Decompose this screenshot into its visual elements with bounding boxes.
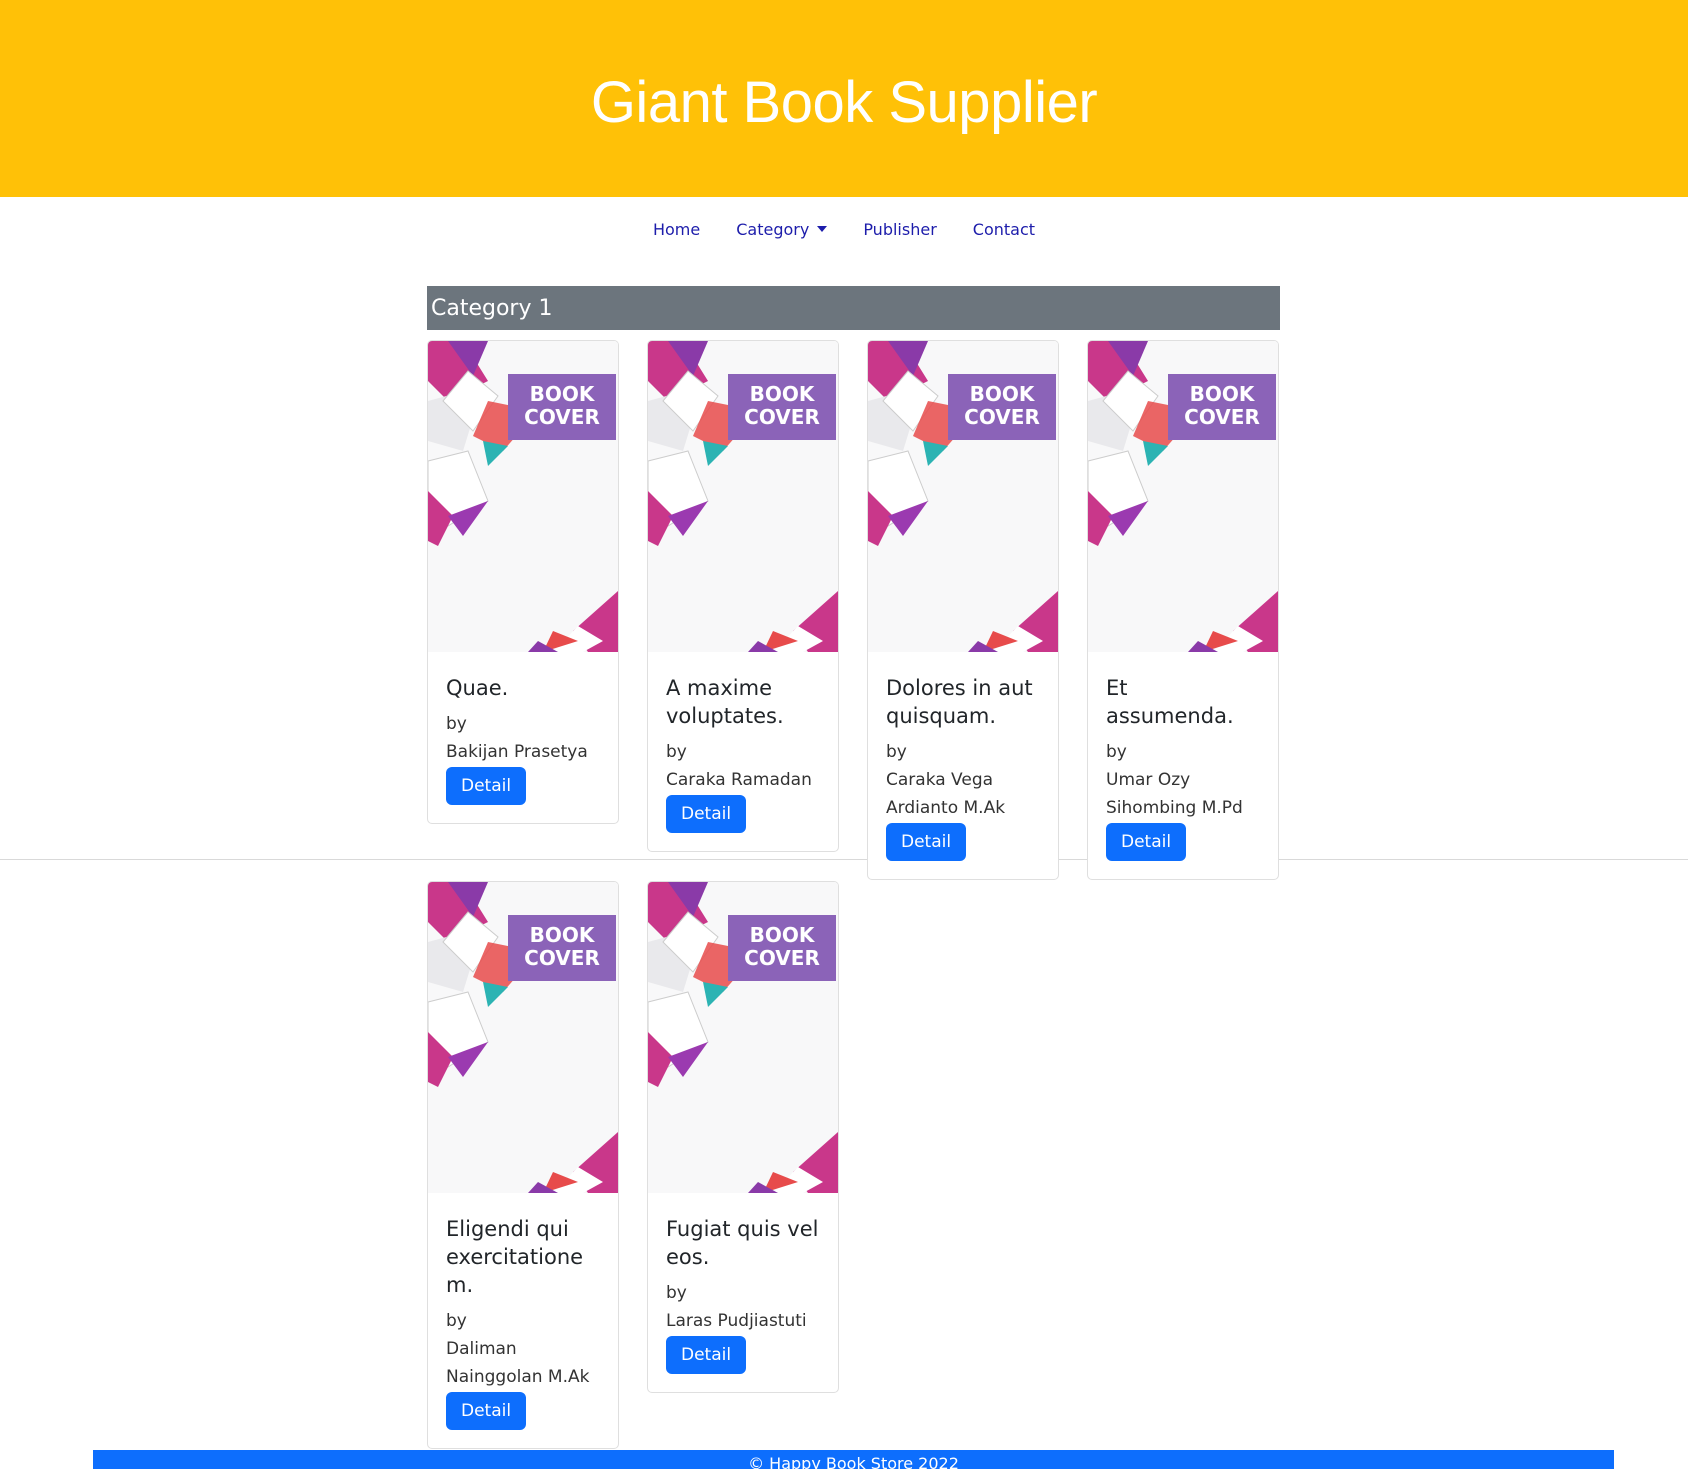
site-header: Giant Book Supplier [0,0,1688,197]
cover-text-line2: COVER [524,405,600,429]
book-title: Dolores in aut quisquam. [886,676,1033,728]
cover-text-line2: COVER [964,405,1040,429]
cover-text-line2: COVER [744,946,820,970]
book-card: BOOK COVER Dolores in aut quisquam. by C… [867,340,1059,880]
book-by-label: by [666,742,687,762]
detail-button[interactable]: Detail [446,767,527,805]
nav-category-label: Category [736,219,810,239]
detail-button[interactable]: Detail [666,795,747,833]
book-card: BOOK COVER Quae. by Bakijan Prasetya Det… [427,340,619,824]
book-cover-image: BOOK COVER [428,341,618,652]
book-card: BOOK COVER Et assumenda. by Umar Ozy Sih… [1087,340,1279,880]
book-author: Laras Pudjiastuti [666,1311,807,1331]
cover-text-line1: BOOK [750,382,816,406]
site-title: Giant Book Supplier [590,70,1098,135]
footer-text: © Happy Book Store 2022 [748,1454,959,1469]
nav-contact[interactable]: Contact [955,220,1053,239]
book-by-label: by [446,1311,467,1331]
book-card: BOOK COVER Eligendi qui exercitationem. … [427,881,619,1449]
detail-button[interactable]: Detail [1106,823,1187,861]
book-author: Bakijan Prasetya [446,742,588,762]
detail-button[interactable]: Detail [666,1336,747,1374]
cover-text-line1: BOOK [750,923,816,947]
book-author: Umar Ozy Sihombing M.Pd [1106,770,1243,818]
cover-text-line1: BOOK [970,382,1036,406]
book-cover-image: BOOK COVER [1088,341,1278,652]
book-by-label: by [886,742,907,762]
row-divider [0,859,1688,860]
book-cover-image: BOOK COVER [648,341,838,652]
book-author: Daliman Nainggolan M.Ak [446,1339,590,1387]
book-title: Eligendi qui exercitationem. [446,1217,584,1297]
category-title: Category 1 [431,295,553,321]
book-cover-image: BOOK COVER [428,882,618,1193]
nav-home[interactable]: Home [635,220,718,239]
book-by-label: by [1106,742,1127,762]
cover-text-line2: COVER [1184,405,1260,429]
nav-publisher[interactable]: Publisher [845,220,954,239]
nav-category-dropdown[interactable]: Category [718,220,845,239]
detail-button[interactable]: Detail [446,1392,527,1430]
site-footer: © Happy Book Store 2022 [93,1450,1614,1469]
book-by-label: by [446,714,467,734]
book-title: Fugiat quis vel eos. [666,1217,819,1269]
main-nav: Home Category Publisher Contact [0,197,1688,261]
book-title: A maxime voluptates. [666,676,784,728]
cover-text-line2: COVER [524,946,600,970]
book-card: BOOK COVER A maxime voluptates. by Carak… [647,340,839,852]
book-card: BOOK COVER Fugiat quis vel eos. by Laras… [647,881,839,1393]
book-title: Et assumenda. [1106,676,1234,728]
cover-text-line2: COVER [744,405,820,429]
cover-text-line1: BOOK [1190,382,1256,406]
book-cover-image: BOOK COVER [648,882,838,1193]
book-cover-image: BOOK COVER [868,341,1058,652]
cover-text-line1: BOOK [530,382,596,406]
book-by-label: by [666,1283,687,1303]
book-author: Caraka Ramadan [666,770,812,790]
book-title: Quae. [446,676,509,700]
caret-down-icon [817,226,828,232]
cover-text-line1: BOOK [530,923,596,947]
book-author: Caraka Vega Ardianto M.Ak [886,770,1006,818]
detail-button[interactable]: Detail [886,823,967,861]
category-header: Category 1 [427,286,1280,330]
